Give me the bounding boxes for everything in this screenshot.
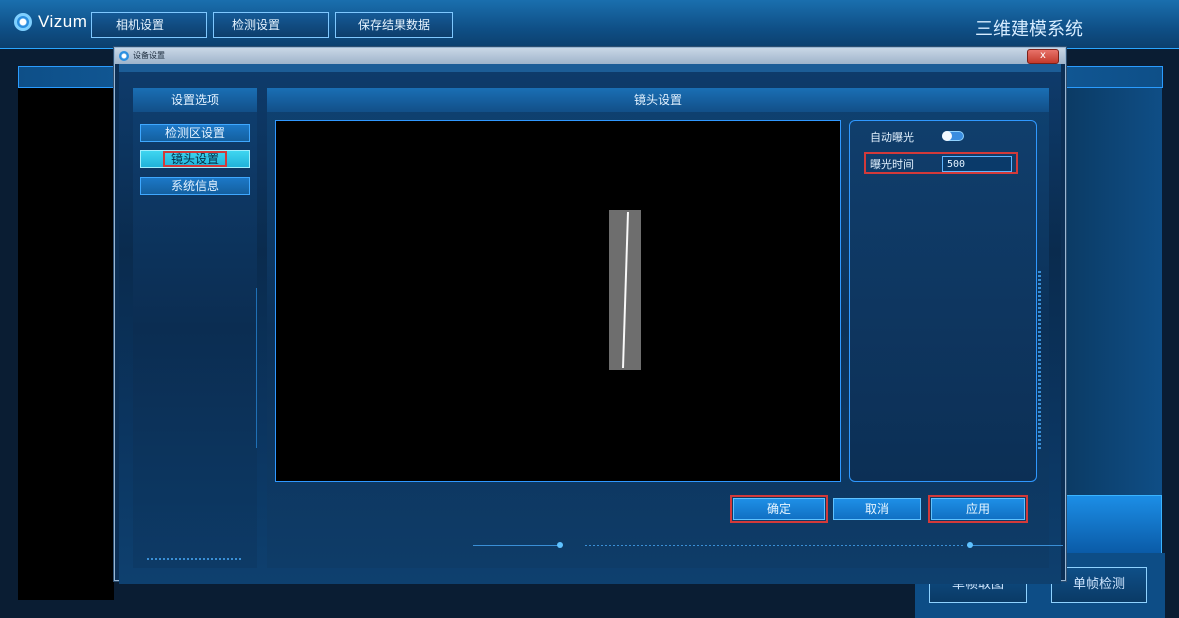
option-system-info[interactable]: 系统信息 [140, 177, 250, 195]
tab-detection-settings[interactable]: 检测设置 [213, 12, 329, 38]
option-detection-area[interactable]: 检测区设置 [140, 124, 250, 142]
exposure-time-row: 曝光时间 [864, 152, 1018, 174]
auto-exposure-label: 自动曝光 [870, 131, 914, 144]
close-button[interactable]: x [1027, 49, 1059, 64]
dialog-titlebar[interactable]: 设备设置 x [115, 48, 1065, 64]
dialog-body: 设置选项 检测区设置 镜头设置 系统信息 镜头设置 自动曝光 曝光时间 500 … [119, 64, 1063, 584]
confirm-button[interactable]: 确定 [730, 495, 828, 523]
option-lens-settings-label: 镜头设置 [162, 151, 227, 167]
options-header: 设置选项 [133, 88, 257, 112]
dialog-app-icon [119, 51, 129, 61]
auto-exposure-toggle[interactable] [942, 131, 964, 141]
options-panel-edge [256, 288, 257, 448]
logo-text: Vizum [38, 12, 88, 31]
exposure-time-label: 曝光时间 [870, 158, 914, 171]
apply-button[interactable]: 应用 [928, 495, 1028, 523]
app-logo: Vizum [14, 12, 87, 32]
background-glow-panel [1062, 495, 1162, 555]
camera-image [279, 124, 837, 478]
bottom-slider-track [473, 545, 561, 546]
tab-camera-settings[interactable]: 相机设置 [91, 12, 207, 38]
bottom-slider-knob[interactable] [557, 542, 563, 548]
camera-preview [275, 120, 841, 482]
background-left-view [18, 88, 114, 600]
params-scrollbar[interactable] [1038, 271, 1041, 451]
options-panel: 设置选项 检测区设置 镜头设置 系统信息 [133, 88, 257, 568]
bottom-dotted-track [585, 545, 963, 546]
exposure-params-panel: 自动曝光 曝光时间 [849, 120, 1041, 482]
options-slider[interactable] [147, 558, 243, 560]
bottom-slider-track-2 [967, 545, 1063, 546]
system-title: 三维建模系统 [975, 19, 1083, 40]
app-top-bar: Vizum 相机设置 检测设置 保存结果数据 三维建模系统 [0, 0, 1179, 49]
exposure-time-input[interactable] [942, 156, 1012, 172]
lens-settings-header: 镜头设置 [267, 88, 1049, 112]
laser-line-image [609, 210, 641, 370]
dialog-title: 设备设置 [133, 51, 165, 60]
tab-save-results[interactable]: 保存结果数据 [335, 12, 453, 38]
cancel-button[interactable]: 取消 [833, 498, 921, 520]
bottom-slider-knob-2[interactable] [967, 542, 973, 548]
lens-settings-panel: 镜头设置 自动曝光 曝光时间 确定 [267, 88, 1063, 568]
vizum-logo-icon [14, 13, 32, 31]
option-lens-settings[interactable]: 镜头设置 [140, 150, 250, 168]
device-settings-dialog: 设备设置 x 设置选项 检测区设置 镜头设置 系统信息 镜头设置 自动曝光 曝光… [114, 47, 1066, 584]
